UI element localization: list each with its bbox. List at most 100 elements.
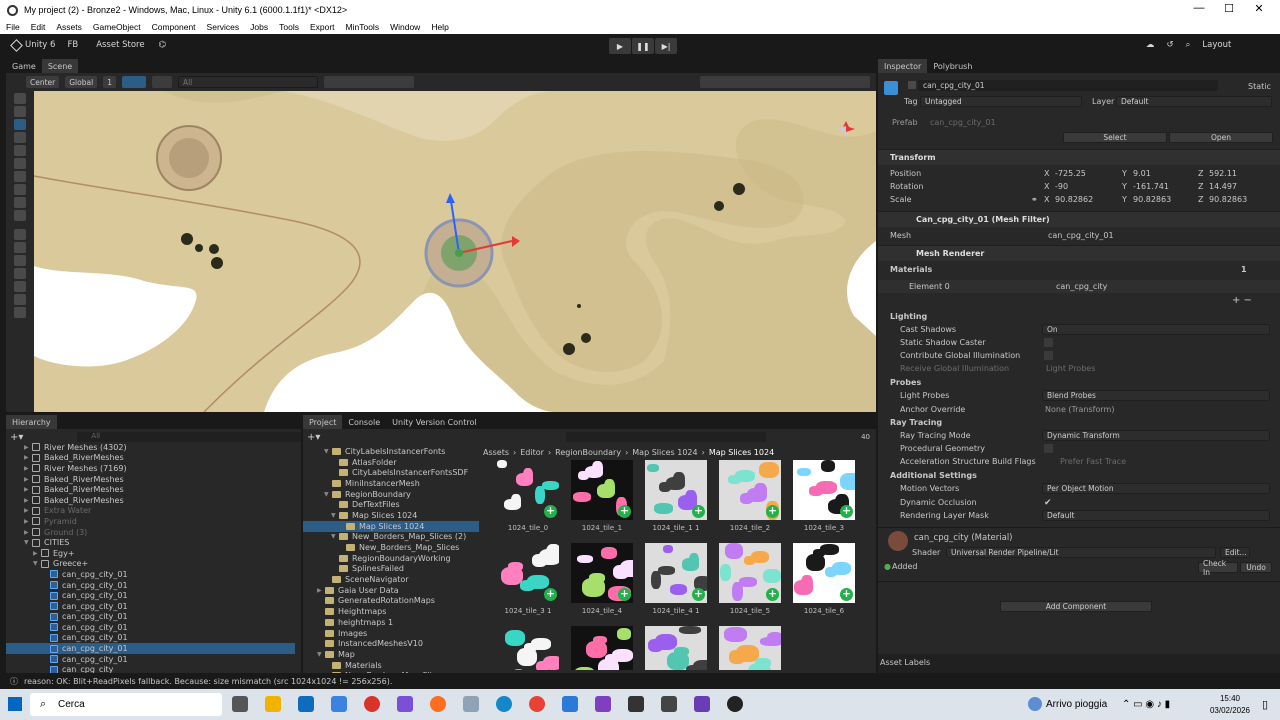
motion-dropdown[interactable]: Per Object Motion [1042, 483, 1270, 494]
shader-dropdown[interactable]: Universal Render Pipeline/Lit [946, 547, 1216, 558]
light-probes-dropdown[interactable]: Blend Probes [1042, 390, 1270, 401]
rotation-y[interactable]: -161.741 [1133, 182, 1169, 191]
asset-thumbnail[interactable]: +1024_tile_4 [571, 543, 633, 615]
project-folder[interactable]: Heightmaps [303, 606, 479, 617]
menu-mintools[interactable]: MinTools [346, 22, 380, 32]
fold-arrow-icon[interactable]: ▼ [324, 448, 332, 455]
project-folder[interactable]: RegionBoundaryWorking [303, 553, 479, 564]
mesh-filter-header[interactable]: Can_cpg_city_01 (Mesh Filter) [878, 211, 1280, 227]
layer-dropdown[interactable]: Default [1116, 96, 1272, 107]
asset-thumbnail[interactable] [497, 626, 559, 670]
fold-arrow-icon[interactable]: ▶ [24, 444, 32, 451]
breadcrumb-regionboundary[interactable]: RegionBoundary [555, 448, 621, 457]
hierarchy-item[interactable]: can_cpg_city_01 [6, 612, 295, 623]
asset-store-button[interactable]: Asset Store [96, 40, 144, 50]
add-icon[interactable]: + [692, 505, 705, 518]
hierarchy-item[interactable]: ▶ Ground (3) [6, 527, 295, 538]
tab-scene[interactable]: Scene [41, 59, 79, 73]
outlook-icon[interactable] [298, 696, 314, 712]
project-folder[interactable]: New_Borders_Map_Slices [303, 542, 479, 553]
scatter-tool-icon[interactable] [14, 268, 26, 279]
lighting-row[interactable]: Lighting [878, 310, 1280, 323]
fold-arrow-icon[interactable]: ▶ [24, 454, 32, 461]
proc-geo-checkbox[interactable] [1044, 444, 1053, 453]
edge-icon[interactable] [496, 696, 512, 712]
undo-button[interactable]: Undo [1240, 562, 1272, 573]
hierarchy-item[interactable]: ▶ Baked_RiverMeshes [6, 495, 295, 506]
weather-text[interactable]: Arrivo pioggia [1046, 699, 1107, 710]
hierarchy-item[interactable]: can_cpg_city_01 [6, 601, 295, 612]
fold-arrow-icon[interactable]: ▼ [317, 651, 325, 658]
add-icon[interactable]: + [840, 505, 853, 518]
project-folder[interactable]: Images [303, 628, 479, 639]
fold-arrow-icon[interactable]: ▶ [24, 529, 32, 536]
project-folder[interactable]: DefTextFiles [303, 499, 479, 510]
smooth-tool-icon[interactable] [14, 255, 26, 266]
status-message[interactable]: reason: OK: Blit+ReadPixels fallback. Be… [24, 677, 392, 686]
menu-window[interactable]: Window [390, 22, 420, 32]
app3-icon[interactable] [562, 696, 578, 712]
view-tool-icon[interactable] [14, 93, 26, 104]
open-button[interactable]: Open [1169, 132, 1273, 143]
tab-polybrush[interactable]: Polybrush [927, 59, 978, 73]
scene-view-options[interactable] [700, 76, 870, 88]
asset-thumbnail[interactable]: +1024_tile_6 [793, 543, 855, 615]
step-button[interactable]: ▶| [655, 38, 677, 54]
hierarchy-search[interactable]: All [77, 432, 301, 442]
history-icon[interactable]: ↺ [1167, 40, 1174, 50]
add-icon[interactable]: + [618, 588, 631, 601]
scale-z[interactable]: 90.82863 [1209, 195, 1247, 204]
project-folder[interactable]: MiniInstancerMesh [303, 478, 479, 489]
project-folder[interactable]: ▼ Map [303, 649, 479, 660]
position-x[interactable]: -725.25 [1055, 169, 1086, 178]
project-folder[interactable]: CityLabelsInstancerFontsSDF [303, 467, 479, 478]
edit-shader-button[interactable]: Edit... [1220, 547, 1250, 558]
add-icon[interactable]: + [544, 505, 557, 518]
asset-thumbnail[interactable]: +1024_tile_1 [571, 460, 633, 532]
project-folder[interactable]: Materials [303, 660, 479, 671]
render-mask-dropdown[interactable]: Default [1042, 510, 1270, 521]
add-icon[interactable]: + [692, 588, 705, 601]
scale-tool-icon[interactable] [14, 145, 26, 156]
hierarchy-item[interactable]: can_cpg_city_01 [6, 633, 295, 644]
clock-time[interactable]: 15:40 [1210, 694, 1250, 703]
space-dropdown[interactable]: Global [65, 76, 98, 88]
search-icon[interactable]: ⌕ [1186, 40, 1191, 50]
layout-dropdown[interactable]: Layout [1202, 40, 1231, 50]
mesh-renderer-header[interactable]: Mesh Renderer [878, 245, 1280, 261]
hierarchy-item[interactable]: ▶ Egy+ [6, 548, 295, 559]
snap-icon[interactable] [151, 76, 172, 88]
mesh-field[interactable]: can_cpg_city_01 [1048, 231, 1114, 240]
add-icon[interactable]: + [544, 588, 557, 601]
brush-tool-icon[interactable] [14, 197, 26, 208]
add-button[interactable]: +▾ [10, 432, 23, 443]
rt-mode-dropdown[interactable]: Dynamic Transform [1042, 430, 1270, 441]
menu-gameobject[interactable]: GameObject [93, 22, 141, 32]
settings-tool-icon[interactable] [14, 307, 26, 318]
tray-icons[interactable]: ⌃ ▭ ◉ ♪ ▮ [1122, 699, 1170, 710]
position-z[interactable]: 592.11 [1209, 169, 1237, 178]
ray-tracing-row[interactable]: Ray Tracing [878, 416, 1280, 429]
menu-assets[interactable]: Assets [56, 22, 82, 32]
add-icon[interactable]: + [618, 505, 631, 518]
hierarchy-item[interactable]: ▼ CITIES [6, 537, 295, 548]
fold-arrow-icon[interactable]: ▶ [24, 518, 32, 525]
menu-export[interactable]: Export [310, 22, 335, 32]
scale-y[interactable]: 90.82863 [1133, 195, 1171, 204]
explorer-icon[interactable] [265, 696, 281, 712]
project-folder[interactable]: heightmaps 1 [303, 617, 479, 628]
pause-button[interactable]: ❚❚ [632, 38, 654, 54]
fold-arrow-icon[interactable]: ▶ [24, 476, 32, 483]
active-checkbox[interactable] [908, 81, 916, 89]
asset-thumbnail[interactable]: +1024_tile_3 1 [497, 543, 559, 615]
probes-row[interactable]: Probes [878, 376, 1280, 389]
static-toggle[interactable]: Static [1248, 82, 1271, 91]
polybrush-tool-icon[interactable] [14, 229, 26, 240]
menu-help[interactable]: Help [431, 22, 448, 32]
menu-edit[interactable]: Edit [31, 22, 46, 32]
prefab-tool-icon[interactable] [14, 294, 26, 305]
asset-thumbnail[interactable]: +1024_tile_1 1 [645, 460, 707, 532]
breadcrumb-assets[interactable]: Assets [483, 448, 509, 457]
rotation-x[interactable]: -90 [1055, 182, 1068, 191]
play-button[interactable]: ▶ [609, 38, 631, 54]
